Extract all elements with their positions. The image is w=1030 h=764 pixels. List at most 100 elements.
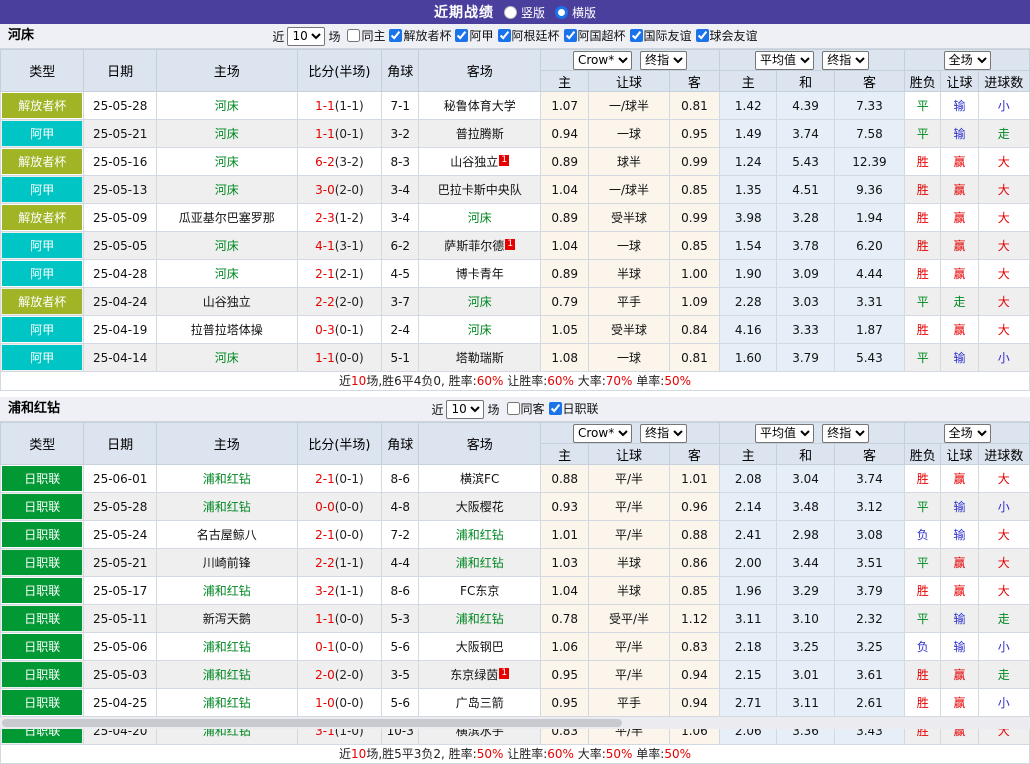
home-team-cell: 川崎前锋 [156,549,297,577]
filter-checkbox[interactable]: 解放者杯 [389,27,451,44]
home-odds-cell: 1.06 [541,633,589,661]
handicap-result-cell: 赢 [941,232,978,260]
checkbox-input[interactable] [507,402,520,415]
score-cell: 1-1(0-1) [297,120,381,148]
avg-draw-cell: 5.43 [777,148,834,176]
filter-checkboxes: 同主 解放者杯阿甲阿根廷杯阿国超杯国际友谊 球会友谊 [343,27,757,45]
avg-draw-cell: 3.01 [777,661,834,689]
checkbox-label: 球会友谊 [710,27,758,44]
checkbox-input[interactable] [564,29,577,42]
match-count-select[interactable]: 10 [287,27,325,46]
odds-source-select[interactable]: Crow* [573,424,632,443]
team-name: 河床 [8,24,34,48]
checkbox-input[interactable] [455,29,468,42]
avg-stage-select[interactable]: 终指 [822,51,869,70]
layout-radio-vertical[interactable]: 竖版 [504,4,545,21]
league-cell: 日职联 [1,521,84,549]
date-cell: 25-04-28 [84,260,156,288]
checkbox-label: 解放者杯 [403,27,451,44]
filter-checkbox[interactable]: 日职联 [549,400,599,417]
avg-away-cell: 7.33 [834,92,904,120]
goals-result-cell: 大 [978,260,1029,288]
score-cell: 0-1(0-0) [297,633,381,661]
goals-result-cell: 小 [978,92,1029,120]
results-table: 类型 日期 主场 比分(半场) 角球 客场 Crow* 终指 平均值 终指 全场 [0,49,1030,372]
match-row: 解放者杯25-05-16河床6-2(3-2)8-3山谷独立10.89球半0.99… [1,148,1030,176]
date-cell: 25-05-21 [84,549,156,577]
avg-away-cell: 3.08 [834,521,904,549]
odds-source-select[interactable]: Crow* [573,51,632,70]
scope-select[interactable]: 全场 [944,51,991,70]
score-cell: 2-1(0-1) [297,465,381,493]
match-count-select[interactable]: 10 [446,400,484,419]
odds-stage-select[interactable]: 终指 [640,424,687,443]
match-row: 解放者杯25-04-24山谷独立2-2(2-0)3-7河床0.79平手1.092… [1,288,1030,316]
away-odds-cell: 0.99 [669,204,719,232]
league-badge: 日职联 [2,662,82,687]
corner-cell: 2-4 [382,316,419,344]
home-odds-cell: 1.04 [541,176,589,204]
filter-checkbox[interactable]: 阿根廷杯 [498,27,560,44]
corner-cell: 8-6 [382,577,419,605]
corner-cell: 3-2 [382,120,419,148]
subcol-odds-away: 客 [669,71,719,92]
away-odds-cell: 0.85 [669,577,719,605]
goals-result-cell: 大 [978,204,1029,232]
league-cell: 日职联 [1,689,84,717]
corner-cell: 5-1 [382,344,419,372]
home-odds-cell: 0.94 [541,120,589,148]
scrollbar-thumb[interactable] [2,719,622,727]
match-row: 阿甲25-05-21河床1-1(0-1)3-2普拉腾斯0.94一球0.951.4… [1,120,1030,148]
home-team-cell: 浦和红钻 [156,661,297,689]
home-odds-cell: 1.03 [541,549,589,577]
home-team-cell: 浦和红钻 [156,689,297,717]
league-badge: 日职联 [2,634,82,659]
col-header-date: 日期 [84,423,156,465]
checkbox-input[interactable] [630,29,643,42]
date-cell: 25-05-05 [84,232,156,260]
avg-source-select[interactable]: 平均值 [755,51,814,70]
filter-checkbox[interactable]: 同客 [507,400,545,417]
handicap-result-cell: 赢 [941,689,978,717]
checkbox-input[interactable] [347,29,360,42]
away-odds-cell: 0.85 [669,176,719,204]
filter-checkbox[interactable]: 球会友谊 [696,27,758,44]
league-cell: 阿甲 [1,120,84,148]
corner-cell: 8-3 [382,148,419,176]
avg-source-select[interactable]: 平均值 [755,424,814,443]
filter-checkbox[interactable]: 阿甲 [455,27,493,44]
odds-stage-select[interactable]: 终指 [640,51,687,70]
avg-stage-select[interactable]: 终指 [822,424,869,443]
checkbox-input[interactable] [389,29,402,42]
handicap-result-cell: 赢 [941,465,978,493]
filter-checkboxes: 同客日职联 [503,400,599,418]
filter-controls: 近 10 场 同客日职联 [431,400,598,419]
handicap-cell: 一/球半 [589,176,669,204]
avg-home-cell: 2.28 [720,288,777,316]
layout-radio-horizontal[interactable]: 横版 [555,4,596,21]
avg-draw-cell: 3.28 [777,204,834,232]
checkbox-label: 同主 [361,27,385,44]
score-cell: 2-3(1-2) [297,204,381,232]
checkbox-input[interactable] [549,402,562,415]
date-cell: 25-05-17 [84,577,156,605]
filter-checkbox[interactable]: 国际友谊 [630,27,692,44]
avg-group-header: 平均值 终指 [720,50,905,71]
filter-checkbox[interactable]: 同主 [347,27,385,44]
filter-checkbox[interactable]: 阿国超杯 [564,27,626,44]
summary-line: 近10场,胜5平3负2, 胜率:50% 让胜率:60% 大率:50% 单率:50… [0,745,1030,764]
away-odds-cell: 0.94 [669,661,719,689]
checkbox-input[interactable] [696,29,709,42]
handicap-result-cell: 赢 [941,316,978,344]
scope-select[interactable]: 全场 [944,424,991,443]
checkbox-input[interactable] [498,29,511,42]
away-odds-cell: 0.84 [669,316,719,344]
horizontal-scrollbar[interactable] [0,717,1030,729]
avg-away-cell: 9.36 [834,176,904,204]
goals-result-cell: 大 [978,316,1029,344]
match-row: 日职联25-06-01浦和红钻2-1(0-1)8-6横滨FC0.88平/半1.0… [1,465,1030,493]
section-river-plate: 河床 近 10 场 同主解放者杯阿甲阿根廷杯阿国超杯国际友谊球会友谊 类型 日期… [0,24,1030,391]
match-row: 阿甲25-04-28河床2-1(2-1)4-5博卡青年0.89半球1.001.9… [1,260,1030,288]
avg-away-cell: 6.20 [834,232,904,260]
away-odds-cell: 0.95 [669,120,719,148]
